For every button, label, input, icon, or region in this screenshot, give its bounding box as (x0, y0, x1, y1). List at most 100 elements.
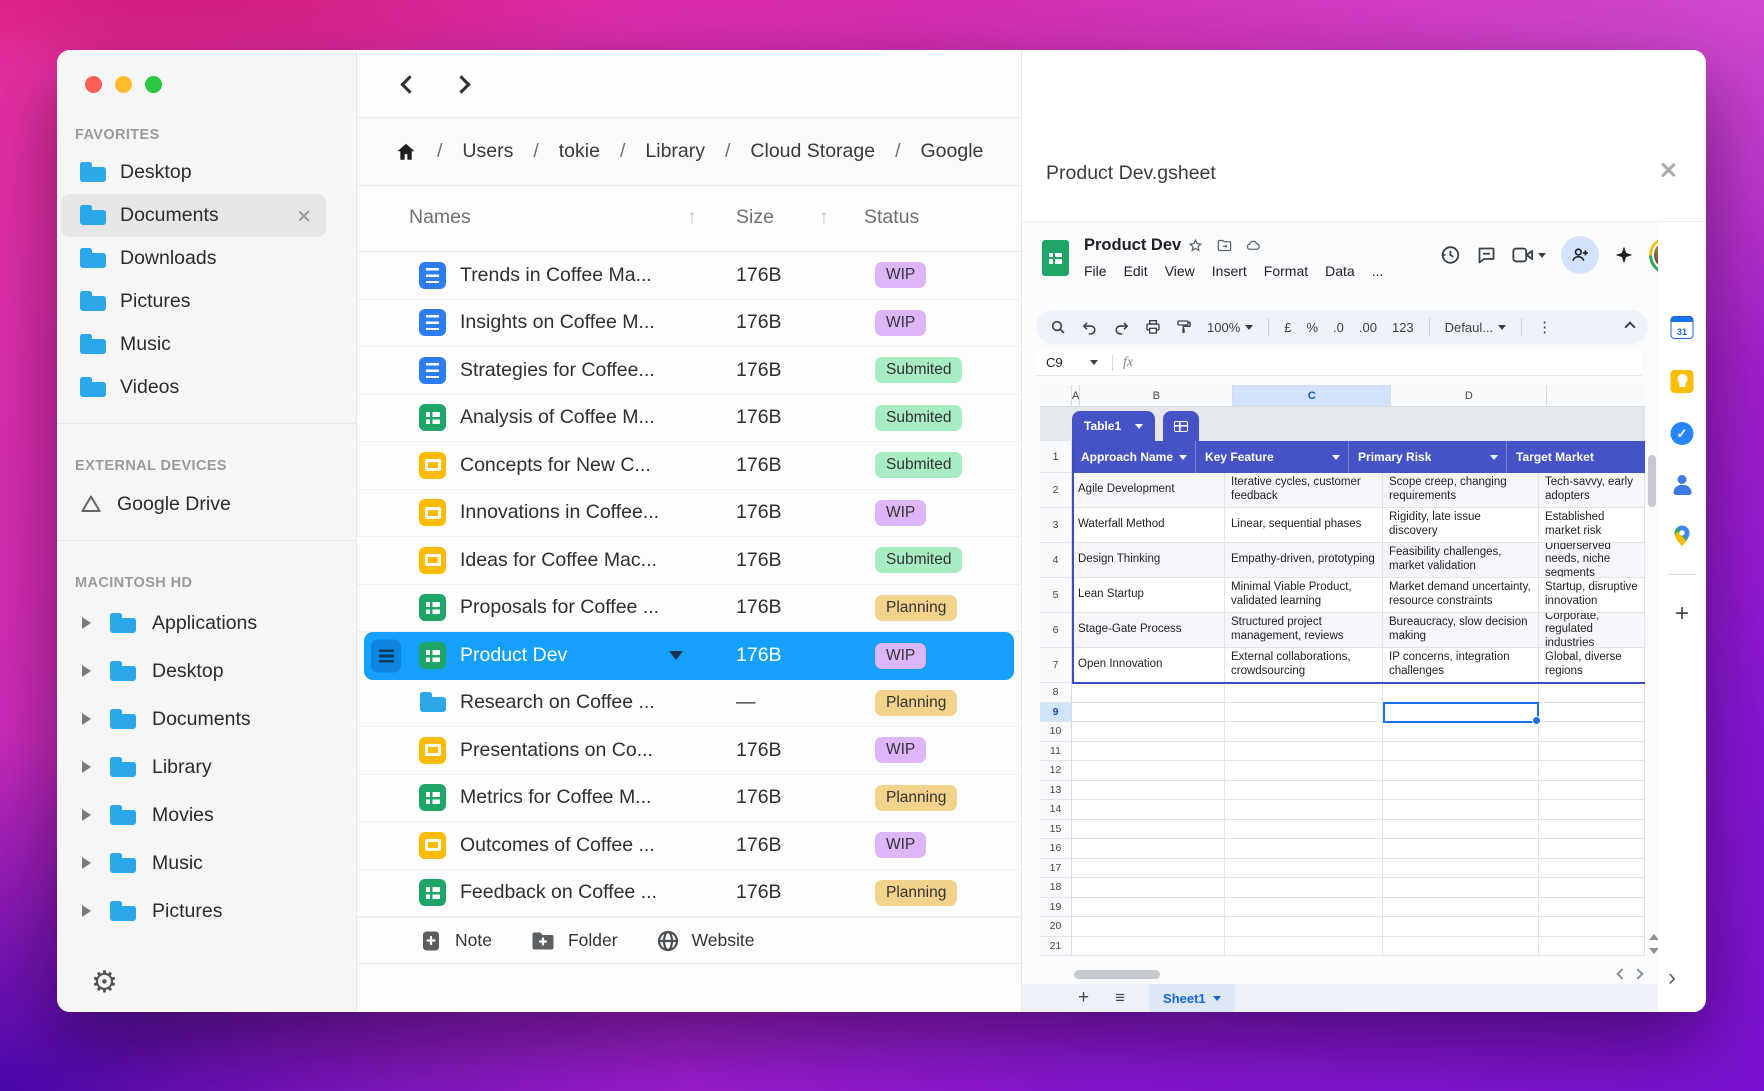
increase-decimal-button[interactable]: .00 (1359, 320, 1377, 335)
sheet-cell[interactable] (1539, 781, 1645, 801)
sheet-cell[interactable]: Underserved needs, niche segments (1539, 543, 1645, 578)
file-row[interactable]: Product Dev 176B WIP (364, 632, 1014, 680)
sidebar-item[interactable]: Pictures (57, 280, 356, 323)
row-number[interactable]: 18 (1040, 878, 1072, 898)
row-number[interactable]: 4 (1040, 543, 1072, 578)
sheet-cell[interactable] (1383, 742, 1539, 762)
file-row[interactable]: Proposals for Coffee ... 176B Planning (357, 585, 1021, 633)
sheet-cell[interactable]: Stage-Gate Process (1072, 613, 1225, 648)
row-number[interactable]: 15 (1040, 820, 1072, 840)
column-header[interactable]: A (1072, 385, 1080, 406)
sidebar-item[interactable]: Videos (57, 366, 356, 409)
name-box[interactable]: C9 (1046, 355, 1098, 370)
sidebar-item[interactable]: Library (57, 743, 356, 791)
menu-item[interactable]: ... (1372, 263, 1384, 279)
sheet-cell[interactable] (1539, 742, 1645, 762)
sheet-cell[interactable]: Tech-savvy, early adopters (1539, 473, 1645, 508)
paint-format-icon[interactable] (1176, 319, 1192, 335)
sheet-cell[interactable] (1539, 761, 1645, 781)
row-number[interactable]: 8 (1040, 683, 1072, 703)
sheet-cell[interactable] (1539, 820, 1645, 840)
add-sheet-button[interactable]: + (1078, 987, 1089, 1009)
sheet-cell[interactable] (1383, 761, 1539, 781)
spreadsheet-grid[interactable]: ABCD Table1 1 (1040, 385, 1645, 956)
sheet-cell[interactable] (1383, 800, 1539, 820)
sheet-cell[interactable] (1539, 800, 1645, 820)
row-number[interactable]: 17 (1040, 859, 1072, 879)
sheet-cell[interactable] (1383, 722, 1539, 742)
sheet-cell[interactable] (1072, 781, 1225, 801)
minimize-window-button[interactable] (115, 76, 132, 93)
sheet-cell[interactable]: Linear, sequential phases (1225, 508, 1383, 543)
sidebar-item[interactable]: Documents (57, 695, 356, 743)
sheet-cell[interactable]: Iterative cycles, customer feedback (1225, 473, 1383, 508)
sheet-cell[interactable] (1539, 859, 1645, 879)
table-header-cell[interactable]: Approach Name (1072, 441, 1196, 473)
panel-expand-icon[interactable]: › (1668, 964, 1676, 992)
sidebar-item-google-drive[interactable]: Google Drive (57, 482, 356, 526)
gemini-sparkle-icon[interactable] (1614, 245, 1634, 265)
sheet-cell[interactable] (1225, 898, 1383, 918)
menu-item[interactable]: File (1084, 263, 1107, 279)
sheet-cell[interactable]: Bureaucracy, slow decision making (1383, 613, 1539, 648)
sheet-tab[interactable]: Sheet1 (1149, 984, 1235, 1012)
close-icon[interactable] (1658, 160, 1678, 180)
sheet-cell[interactable] (1225, 742, 1383, 762)
sidebar-item[interactable]: Music (57, 839, 356, 887)
column-header[interactable]: D (1391, 385, 1547, 406)
chevron-down-icon[interactable] (1490, 455, 1498, 460)
disclosure-triangle-icon[interactable] (82, 761, 91, 773)
column-header[interactable]: C (1233, 385, 1391, 406)
sheet-cell[interactable]: Lean Startup (1072, 578, 1225, 613)
number-format-button[interactable]: 123 (1392, 320, 1414, 335)
keep-icon[interactable] (1671, 370, 1694, 393)
close-window-button[interactable] (85, 76, 102, 93)
more-options-icon[interactable]: ⋮ (1537, 318, 1552, 336)
search-icon[interactable] (1050, 319, 1066, 335)
move-folder-icon[interactable] (1216, 238, 1232, 253)
breadcrumb-item[interactable]: tokie (559, 140, 600, 163)
table-header-cell[interactable]: Primary Risk (1349, 441, 1507, 473)
row-number[interactable]: 10 (1040, 722, 1072, 742)
document-title[interactable]: Product Dev (1084, 236, 1181, 255)
sheet-cell[interactable]: Rigidity, late issue discovery (1383, 508, 1539, 543)
contacts-icon[interactable] (1671, 474, 1694, 497)
sheet-cell[interactable] (1072, 703, 1225, 723)
sheet-cell[interactable] (1072, 820, 1225, 840)
sheet-cell[interactable]: Feasibility challenges, market validatio… (1383, 543, 1539, 578)
column-header[interactable]: B (1080, 385, 1233, 406)
file-row[interactable]: Trends in Coffee Ma... 176B WIP (357, 252, 1021, 300)
disclosure-triangle-icon[interactable] (82, 809, 91, 821)
zoom-select[interactable]: 100% (1207, 320, 1253, 335)
breadcrumb-item[interactable]: Library (645, 140, 705, 163)
sheet-cell[interactable] (1539, 898, 1645, 918)
print-icon[interactable] (1145, 319, 1161, 335)
star-icon[interactable] (1188, 238, 1203, 253)
redo-icon[interactable] (1113, 320, 1130, 335)
file-row[interactable]: Presentations on Co... 176B WIP (357, 727, 1021, 775)
new-folder-button[interactable]: Folder (530, 929, 618, 953)
sheet-cell[interactable]: Empathy-driven, prototyping (1225, 543, 1383, 578)
sheet-cell[interactable] (1072, 859, 1225, 879)
sheet-cell[interactable] (1383, 820, 1539, 840)
sheet-cell[interactable] (1383, 683, 1539, 703)
chevron-down-icon[interactable] (669, 651, 683, 660)
share-button[interactable] (1561, 236, 1599, 274)
back-icon[interactable] (400, 75, 418, 93)
sheet-cell[interactable] (1539, 683, 1645, 703)
settings-gear-icon[interactable]: ⚙ (91, 968, 118, 998)
disclosure-triangle-icon[interactable] (82, 713, 91, 725)
sheet-cell[interactable] (1225, 937, 1383, 957)
sheet-cell[interactable]: External collaborations, crowdsourcing (1225, 648, 1383, 683)
breadcrumb-item[interactable]: Google (921, 140, 984, 163)
sheet-cell[interactable] (1383, 878, 1539, 898)
font-style-select[interactable]: Defaul... (1445, 320, 1506, 335)
sheet-cell[interactable]: Agile Development (1072, 473, 1225, 508)
cloud-status-icon[interactable] (1245, 238, 1262, 253)
sidebar-item[interactable]: Pictures (57, 887, 356, 935)
undo-icon[interactable] (1081, 320, 1098, 335)
maps-icon[interactable] (1672, 524, 1692, 548)
sheet-cell[interactable] (1072, 839, 1225, 859)
file-row[interactable]: Outcomes of Coffee ... 176B WIP (357, 822, 1021, 870)
row-number[interactable]: 5 (1040, 578, 1072, 613)
